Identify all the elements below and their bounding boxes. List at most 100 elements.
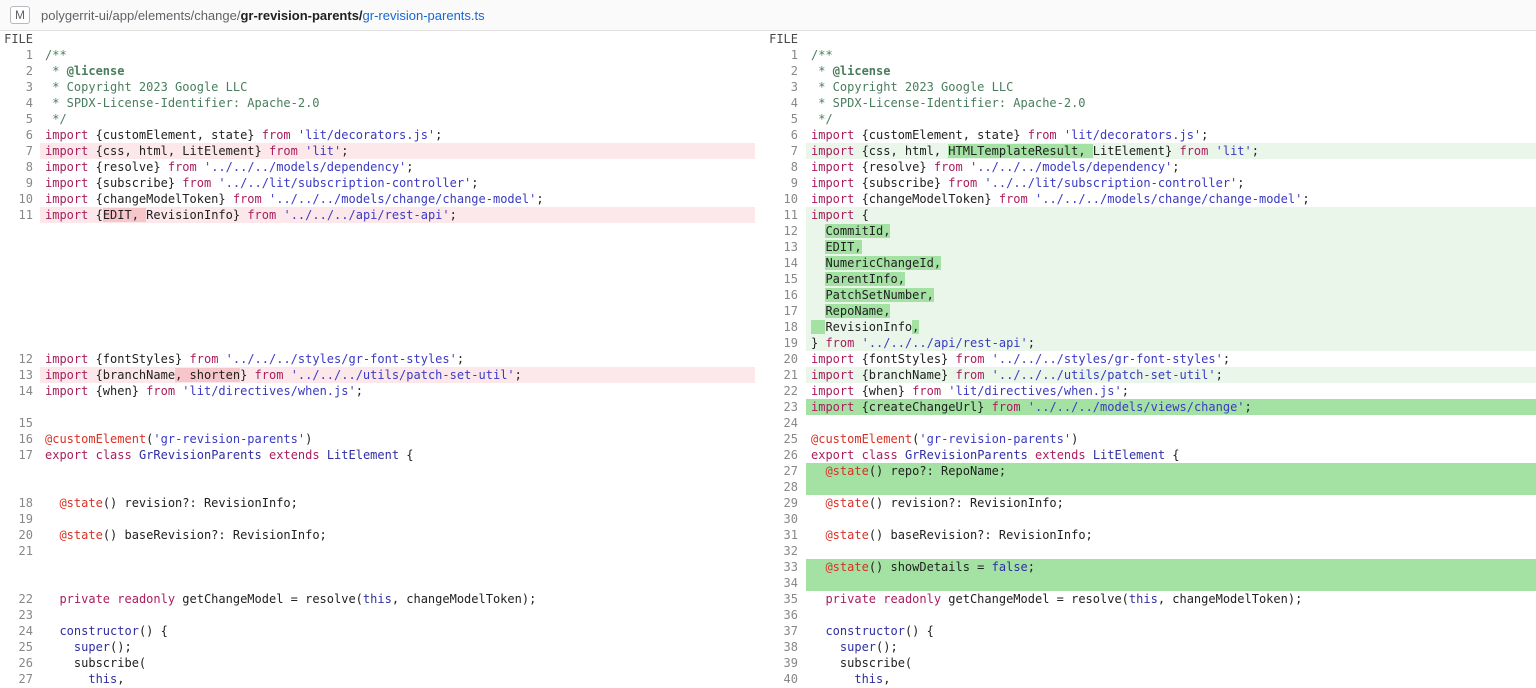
line-number-right[interactable]: 37 [755, 623, 806, 639]
code-line-right: * SPDX-License-Identifier: Apache-2.0 [806, 95, 1536, 111]
line-number-left[interactable]: 21 [0, 543, 40, 559]
line-number-right[interactable]: 6 [755, 127, 806, 143]
line-number-left[interactable]: 19 [0, 511, 40, 527]
code-line-right: /** [806, 47, 1536, 63]
diff-row: 28 [0, 479, 1536, 495]
line-number-right[interactable]: 12 [755, 223, 806, 239]
diff-row: 20 @state() baseRevision?: RevisionInfo;… [0, 527, 1536, 543]
line-number-right[interactable]: 30 [755, 511, 806, 527]
line-number-right[interactable]: 22 [755, 383, 806, 399]
line-number-left[interactable]: 14 [0, 383, 40, 399]
code-line-right: NumericChangeId, [806, 255, 1536, 271]
line-number-right[interactable]: 40 [755, 671, 806, 687]
line-number-right[interactable]: 24 [755, 415, 806, 431]
line-number-right[interactable]: 39 [755, 655, 806, 671]
diff-row: 12 import {fontStyles} from '../../../sty… [0, 351, 1536, 367]
diff-row: 26 subscribe(39 subscribe( [0, 655, 1536, 671]
line-number-left[interactable]: 15 [0, 415, 40, 431]
line-number-right[interactable]: 3 [755, 79, 806, 95]
diff-row: 13 EDIT, [0, 239, 1536, 255]
line-number-right[interactable]: 34 [755, 575, 806, 591]
diff-row: 13import {branchName, shorten} from '../… [0, 367, 1536, 383]
line-number-right[interactable]: 18 [755, 319, 806, 335]
line-number-left [0, 223, 40, 239]
line-number-left[interactable]: 6 [0, 127, 40, 143]
line-number-left[interactable]: 10 [0, 191, 40, 207]
line-number-left[interactable]: 3 [0, 79, 40, 95]
line-number-left[interactable]: 7 [0, 143, 40, 159]
code-line-left: * SPDX-License-Identifier: Apache-2.0 [40, 95, 755, 111]
line-number-left[interactable]: 26 [0, 655, 40, 671]
line-number-left [0, 271, 40, 287]
line-number-left[interactable]: 18 [0, 495, 40, 511]
line-number-right[interactable]: 9 [755, 175, 806, 191]
line-number-right[interactable]: 36 [755, 607, 806, 623]
line-number-right[interactable]: 23 [755, 399, 806, 415]
line-number-left[interactable]: 23 [0, 607, 40, 623]
line-number-left[interactable]: 8 [0, 159, 40, 175]
line-number-right[interactable]: 13 [755, 239, 806, 255]
line-number-right[interactable]: 32 [755, 543, 806, 559]
code-line-left: import {css, html, LitElement} from 'lit… [40, 143, 755, 159]
line-number-right[interactable]: 4 [755, 95, 806, 111]
line-number-right[interactable]: 16 [755, 287, 806, 303]
line-number-right[interactable]: 27 [755, 463, 806, 479]
line-number-right[interactable]: 19 [755, 335, 806, 351]
file-chunk-label-left[interactable]: FILE [0, 31, 40, 47]
line-number-left[interactable]: 22 [0, 591, 40, 607]
code-line-right: import {branchName} from '../../../utils… [806, 367, 1536, 383]
line-number-right[interactable]: 21 [755, 367, 806, 383]
diff-table: FILE FILE 1/**1/**2 * @license2 * @licen… [0, 31, 1536, 687]
line-number-right[interactable]: 20 [755, 351, 806, 367]
code-line-right: CommitId, [806, 223, 1536, 239]
line-number-right[interactable]: 25 [755, 431, 806, 447]
line-number-right[interactable]: 14 [755, 255, 806, 271]
line-number-right[interactable]: 1 [755, 47, 806, 63]
line-number-right[interactable]: 26 [755, 447, 806, 463]
line-number-left[interactable]: 13 [0, 367, 40, 383]
line-number-right[interactable]: 8 [755, 159, 806, 175]
line-number-right[interactable]: 5 [755, 111, 806, 127]
line-number-right[interactable]: 2 [755, 63, 806, 79]
line-number-right[interactable]: 38 [755, 639, 806, 655]
line-number-right[interactable]: 17 [755, 303, 806, 319]
line-number-right[interactable]: 11 [755, 207, 806, 223]
line-number-right[interactable]: 10 [755, 191, 806, 207]
line-number-right[interactable]: 28 [755, 479, 806, 495]
line-number-right[interactable]: 33 [755, 559, 806, 575]
line-number-right[interactable]: 15 [755, 271, 806, 287]
line-number-left[interactable]: 25 [0, 639, 40, 655]
line-number-left[interactable]: 1 [0, 47, 40, 63]
file-path-header: M polygerrit-ui/app/elements/change/gr-r… [0, 0, 1536, 31]
line-number-right[interactable]: 35 [755, 591, 806, 607]
line-number-right[interactable]: 31 [755, 527, 806, 543]
line-number-right[interactable]: 29 [755, 495, 806, 511]
line-number-left[interactable]: 24 [0, 623, 40, 639]
line-number-left[interactable]: 2 [0, 63, 40, 79]
code-line-left: @state() baseRevision?: RevisionInfo; [40, 527, 755, 543]
line-number-right[interactable]: 7 [755, 143, 806, 159]
code-line-left: */ [40, 111, 755, 127]
code-line-left [40, 399, 755, 415]
line-number-left[interactable]: 17 [0, 447, 40, 463]
code-line-right: import {changeModelToken} from '../../..… [806, 191, 1536, 207]
line-number-left[interactable]: 9 [0, 175, 40, 191]
line-number-left[interactable]: 4 [0, 95, 40, 111]
code-line-left [40, 335, 755, 351]
line-number-left[interactable]: 16 [0, 431, 40, 447]
line-number-left[interactable]: 5 [0, 111, 40, 127]
code-line-right: import {when} from 'lit/directives/when.… [806, 383, 1536, 399]
diff-row: 16 PatchSetNumber, [0, 287, 1536, 303]
file-status-badge: M [10, 6, 30, 24]
file-header-row: FILE FILE [0, 31, 1536, 47]
line-number-left[interactable]: 11 [0, 207, 40, 223]
line-number-left[interactable]: 12 [0, 351, 40, 367]
line-number-left[interactable]: 20 [0, 527, 40, 543]
file-chunk-label-right[interactable]: FILE [755, 31, 806, 47]
diff-row: 22 private readonly getChangeModel = res… [0, 591, 1536, 607]
code-line-right: import {fontStyles} from '../../../style… [806, 351, 1536, 367]
file-path-link[interactable]: gr-revision-parents.ts [363, 8, 485, 23]
line-number-left[interactable]: 27 [0, 671, 40, 687]
code-line-left [40, 319, 755, 335]
line-number-left [0, 255, 40, 271]
